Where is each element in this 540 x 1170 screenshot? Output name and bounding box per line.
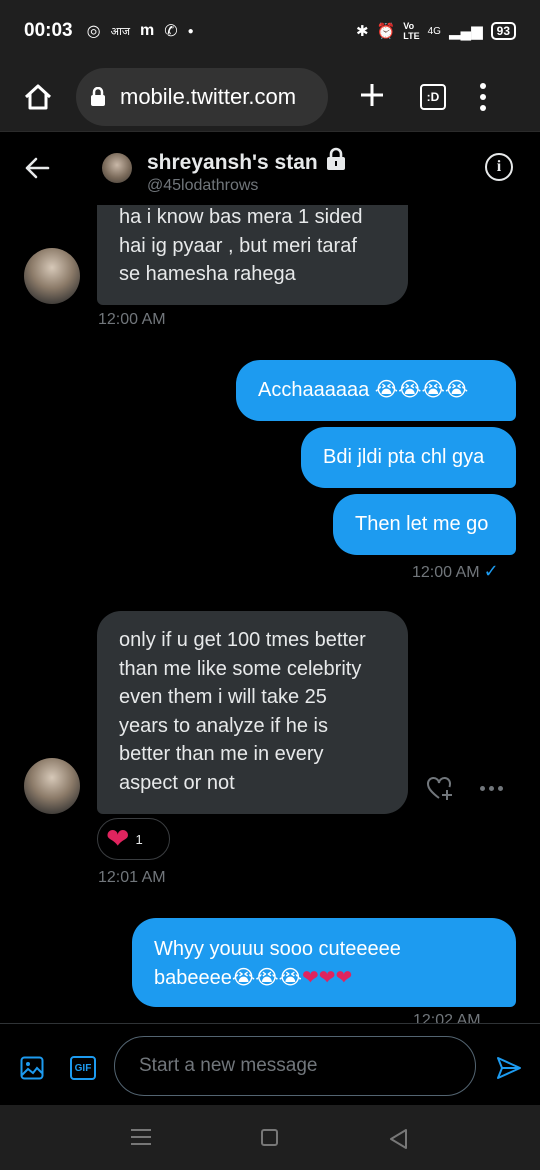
more-dot-icon (480, 786, 485, 791)
message-timestamp: 12:00 AM ✓ (412, 561, 499, 582)
home-square-icon[interactable] (261, 1129, 278, 1146)
avatar[interactable] (102, 153, 132, 183)
protected-lock-icon (326, 147, 345, 170)
message-line: ha i know bas mera 1 sided (119, 206, 363, 228)
address-bar[interactable]: mobile.twitter.com (76, 67, 328, 126)
message-text: babeeee😭😭😭 (154, 966, 302, 989)
message-bubble-sent[interactable]: Whyy youuu sooo cuteeeee babeeee😭😭😭❤❤❤ (132, 918, 516, 1007)
message-text: Acchaaaaaa 😭😭😭😭 (258, 379, 469, 401)
dot-icon: ● (187, 25, 194, 37)
send-icon[interactable] (496, 1056, 522, 1080)
message-line: better than me in every (119, 743, 324, 765)
image-upload-icon[interactable] (20, 1056, 44, 1080)
recents-line-icon (131, 1129, 151, 1131)
more-dot-icon (498, 786, 503, 791)
add-reaction-icon[interactable] (426, 776, 454, 802)
signal-icon: ▂▄▆ (448, 23, 483, 40)
reaction-pill[interactable]: ❤ 1 (97, 818, 170, 860)
browser-menu-button[interactable] (480, 82, 486, 111)
system-navigation-bar (0, 1105, 540, 1170)
message-text: Then let me go (355, 513, 489, 535)
message-composer: GIF (0, 1023, 540, 1105)
conversation-title[interactable]: shreyansh's stan (147, 147, 348, 175)
plus-icon (361, 83, 383, 106)
browser-toolbar: mobile.twitter.com :D (0, 62, 540, 132)
message-line: years to analyze if he is (119, 714, 328, 737)
more-dot-icon (489, 786, 494, 791)
whatsapp-icon: ◎ (86, 23, 101, 40)
message-timestamp: 12:01 AM (98, 869, 166, 886)
home-icon (24, 84, 52, 109)
status-time: 00:03 (24, 20, 73, 41)
conversation-handle: @45lodathrows (147, 177, 259, 194)
message-line: aspect or not (119, 771, 235, 794)
new-tab-button[interactable] (352, 79, 392, 115)
back-triangle-icon[interactable] (388, 1128, 408, 1150)
conversation-name: shreyansh's stan (147, 151, 318, 174)
message-line: babeeee😭😭😭❤❤❤ (154, 964, 494, 993)
heart-emoji-icon: ❤❤❤ (301, 966, 353, 989)
avatar[interactable] (24, 758, 80, 814)
message-line: se hamesha rahega (119, 263, 296, 285)
message-line: than me like some celebrity (119, 657, 362, 680)
menu-dot-icon (480, 93, 486, 100)
message-input[interactable] (114, 1036, 476, 1096)
more-options-icon[interactable] (480, 786, 503, 791)
battery-indicator: 93 (490, 22, 516, 40)
conversation-header: shreyansh's stan @45lodathrows i (0, 133, 540, 205)
message-bubble-sent[interactable]: Then let me go (333, 494, 516, 555)
alarm-icon: ⏰ (376, 23, 396, 40)
m-icon: m (139, 22, 155, 39)
message-timestamp: 12:00 AM (98, 311, 166, 328)
message-line: hai ig pyaar , but meri taraf (119, 234, 357, 257)
reaction-count: 1 (135, 831, 143, 847)
message-line: only if u get 100 tmes better (119, 629, 366, 651)
volte-icon: Vo LTE (403, 21, 420, 41)
recents-line-icon (131, 1136, 151, 1138)
avatar[interactable] (24, 248, 80, 304)
info-icon[interactable]: i (485, 153, 513, 181)
message-text: Bdi jldi pta chl gya (323, 446, 485, 468)
gif-button[interactable]: GIF (70, 1056, 96, 1080)
message-line: Whyy youuu sooo cuteeeee (154, 938, 401, 960)
bluetooth-icon: ✱ (355, 23, 369, 40)
heart-reaction-icon: ❤ (106, 823, 130, 854)
network-label: 4G (427, 25, 441, 37)
message-bubble-sent[interactable]: Bdi jldi pta chl gya (301, 427, 516, 488)
recents-icon[interactable] (131, 1129, 151, 1145)
menu-dot-icon (480, 104, 486, 111)
ajtak-icon: आज (110, 25, 130, 38)
lock-icon (91, 86, 105, 106)
menu-dot-icon (480, 82, 486, 89)
tab-switcher-button[interactable]: :D (420, 83, 446, 110)
message-line: even them i will take 25 (119, 686, 327, 708)
phone-icon: ✆ (164, 23, 178, 40)
status-bar: 00:03 ◎ आज m ✆ ● ✱ ⏰ Vo LTE 4G ▂▄▆ 93 (0, 0, 540, 62)
message-time: 12:00 AM (412, 564, 480, 581)
recents-line-icon (131, 1143, 151, 1145)
checkmark-icon: ✓ (483, 561, 499, 581)
message-bubble-received[interactable]: only if u get 100 tmes better than me li… (97, 611, 408, 814)
home-button[interactable] (18, 77, 58, 117)
url-text: mobile.twitter.com (120, 83, 297, 109)
message-timestamp: 12:02 AM (413, 1012, 481, 1023)
back-arrow-icon[interactable] (24, 155, 50, 181)
message-bubble-sent[interactable]: Acchaaaaaa 😭😭😭😭 (236, 360, 516, 421)
